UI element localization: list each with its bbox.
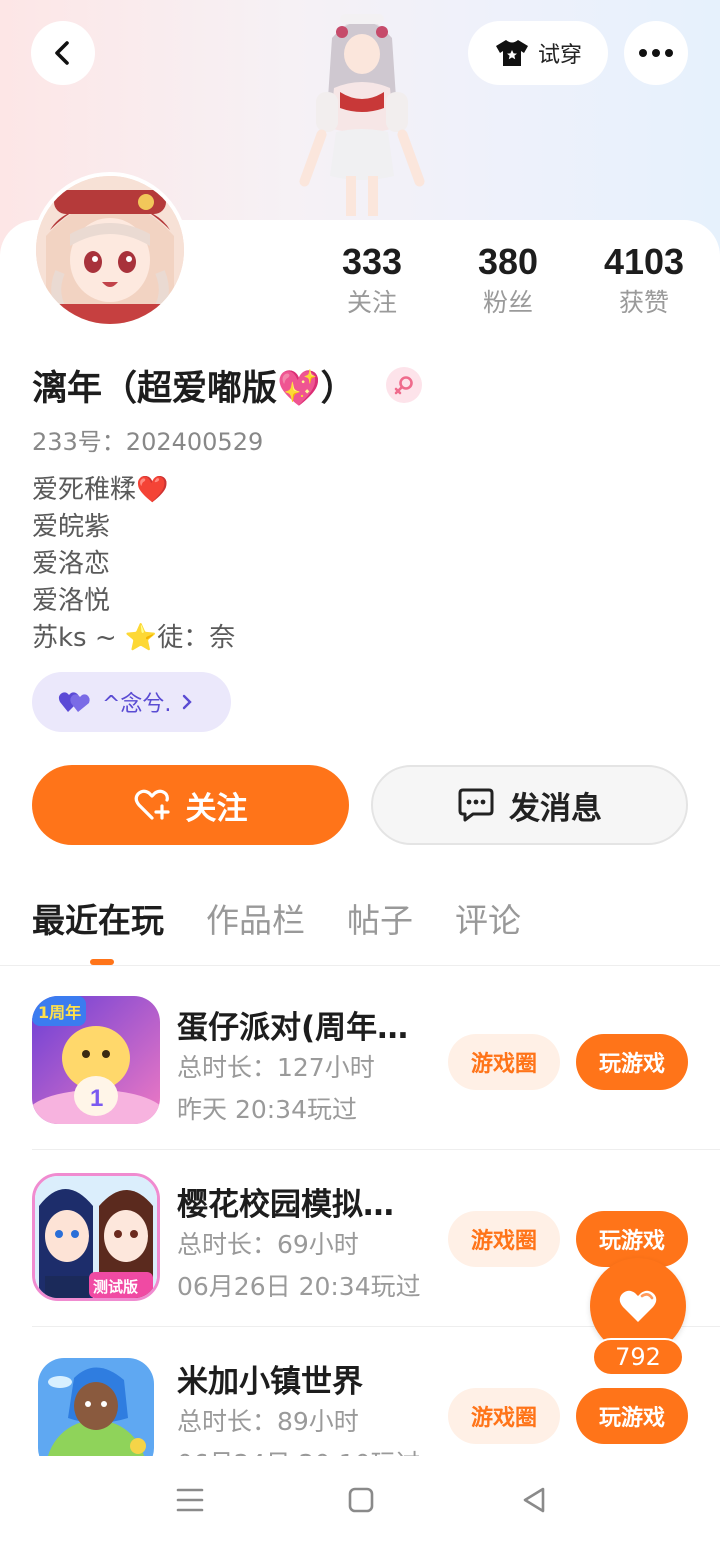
stat-likes-label: 获赞: [618, 288, 669, 317]
try-on-button[interactable]: 试穿: [468, 21, 608, 85]
recent-games-list: 1 1周年 蛋仔派对(周年… 总时长：127小时 昨天 20:34玩过 游戏圈 …: [0, 966, 720, 1456]
relationship-tag-label: ^念兮.: [102, 692, 172, 717]
game-title[interactable]: 米加小镇世界: [177, 1356, 417, 1401]
user-bio: 爱死稚糅❤️ 爱皖紫 爱洛恋 爱洛悦 苏ks ~ ⭐徒：奈: [32, 472, 235, 657]
home-button[interactable]: [341, 1480, 381, 1520]
game-icon-miga-town[interactable]: [38, 1358, 154, 1456]
tab-recently-played[interactable]: 最近在玩: [32, 896, 164, 956]
stat-likes[interactable]: 4103 获赞: [584, 240, 704, 322]
female-icon: [394, 376, 413, 395]
test-version-badge: 测试版: [93, 1278, 138, 1296]
game-duration: 总时长：69小时: [177, 1230, 359, 1259]
avatar-image: [36, 176, 184, 324]
double-heart-icon: [58, 692, 90, 712]
game-duration: 总时长：89小时: [177, 1407, 359, 1436]
play-game-button[interactable]: 玩游戏: [576, 1034, 688, 1090]
list-item[interactable]: 1 1周年 蛋仔派对(周年… 总时长：127小时 昨天 20:34玩过 游戏圈 …: [0, 966, 720, 1150]
tab-works[interactable]: 作品栏: [206, 896, 305, 956]
more-button[interactable]: [624, 21, 688, 85]
heart-icon: [619, 1290, 657, 1322]
bio-line: 爱洛恋: [32, 549, 111, 579]
svg-text:1: 1: [90, 1085, 103, 1112]
relationship-tag[interactable]: ^念兮.: [32, 672, 231, 732]
bio-line: 爱死稚糅❤️: [32, 475, 169, 505]
game-duration: 总时长：127小时: [177, 1053, 375, 1082]
stat-followers[interactable]: 380 粉丝: [448, 240, 568, 322]
game-circle-button[interactable]: 游戏圈: [448, 1034, 560, 1090]
recent-apps-button[interactable]: [170, 1480, 210, 1520]
profile-tabs: 最近在玩 作品栏 帖子 评论: [32, 896, 521, 956]
user-name: 漓年（超爱嘟版💖）: [32, 368, 356, 409]
game-icon-sakura-school[interactable]: 测试版: [32, 1173, 160, 1301]
send-message-label: 发消息: [509, 790, 602, 827]
user-id: 233号：202400529: [32, 428, 264, 456]
profile-stats: 333 关注 380 粉丝 4103 获赞: [300, 240, 720, 330]
home-square-icon: [348, 1487, 374, 1513]
more-icon: [639, 49, 673, 57]
bio-line: 爱皖紫: [32, 512, 111, 542]
stat-following[interactable]: 333 关注: [312, 240, 432, 322]
game-title[interactable]: 樱花校园模拟器…: [177, 1179, 417, 1224]
back-icon: [55, 41, 69, 65]
bio-line: 爱洛悦: [32, 586, 111, 616]
anniversary-badge: 1周年: [38, 1003, 81, 1022]
shirt-icon: [495, 40, 528, 66]
stat-following-label: 关注: [346, 288, 397, 317]
send-message-button[interactable]: 发消息: [371, 765, 688, 845]
system-navigation-bar: [0, 1456, 720, 1544]
3d-avatar-figure[interactable]: [282, 8, 442, 222]
avatar[interactable]: [32, 172, 188, 328]
miga-town-icon: [38, 1358, 154, 1456]
chat-bubble-icon: [458, 788, 494, 822]
follow-button[interactable]: 关注: [32, 765, 349, 845]
stat-following-value: 333: [341, 241, 403, 282]
game-last-played: 06月24日 20:10玩过: [177, 1444, 421, 1456]
like-count-badge: 792: [592, 1338, 684, 1376]
triangle-back-icon: [523, 1487, 545, 1513]
heart-plus-icon: [134, 789, 170, 820]
game-icon-eggy-party[interactable]: 1 1周年: [32, 996, 160, 1124]
eggy-party-icon: 1 1周年: [32, 996, 160, 1124]
name-row: 漓年（超爱嘟版💖）: [32, 360, 422, 410]
game-circle-button[interactable]: 游戏圈: [448, 1211, 560, 1267]
back-button[interactable]: [31, 21, 95, 85]
bio-line: 苏ks ~ ⭐徒：奈: [32, 623, 236, 653]
tab-posts[interactable]: 帖子: [347, 896, 413, 956]
stat-likes-value: 4103: [603, 241, 685, 282]
system-back-button[interactable]: [514, 1480, 554, 1520]
play-game-button[interactable]: 玩游戏: [576, 1388, 688, 1444]
follow-label: 关注: [185, 790, 248, 827]
chevron-right-icon: [183, 694, 193, 710]
try-on-label: 试穿: [537, 43, 582, 68]
tab-comments[interactable]: 评论: [455, 896, 521, 956]
game-title[interactable]: 蛋仔派对(周年…: [177, 1002, 417, 1047]
stat-followers-label: 粉丝: [482, 288, 533, 317]
game-circle-button[interactable]: 游戏圈: [448, 1388, 560, 1444]
stat-followers-value: 380: [477, 241, 539, 282]
gender-badge: [385, 367, 422, 403]
game-last-played: 06月26日 20:34玩过: [177, 1272, 421, 1301]
menu-icon: [176, 1488, 204, 1512]
sakura-school-icon: 测试版: [35, 1176, 157, 1298]
game-last-played: 昨天 20:34玩过: [177, 1095, 357, 1124]
